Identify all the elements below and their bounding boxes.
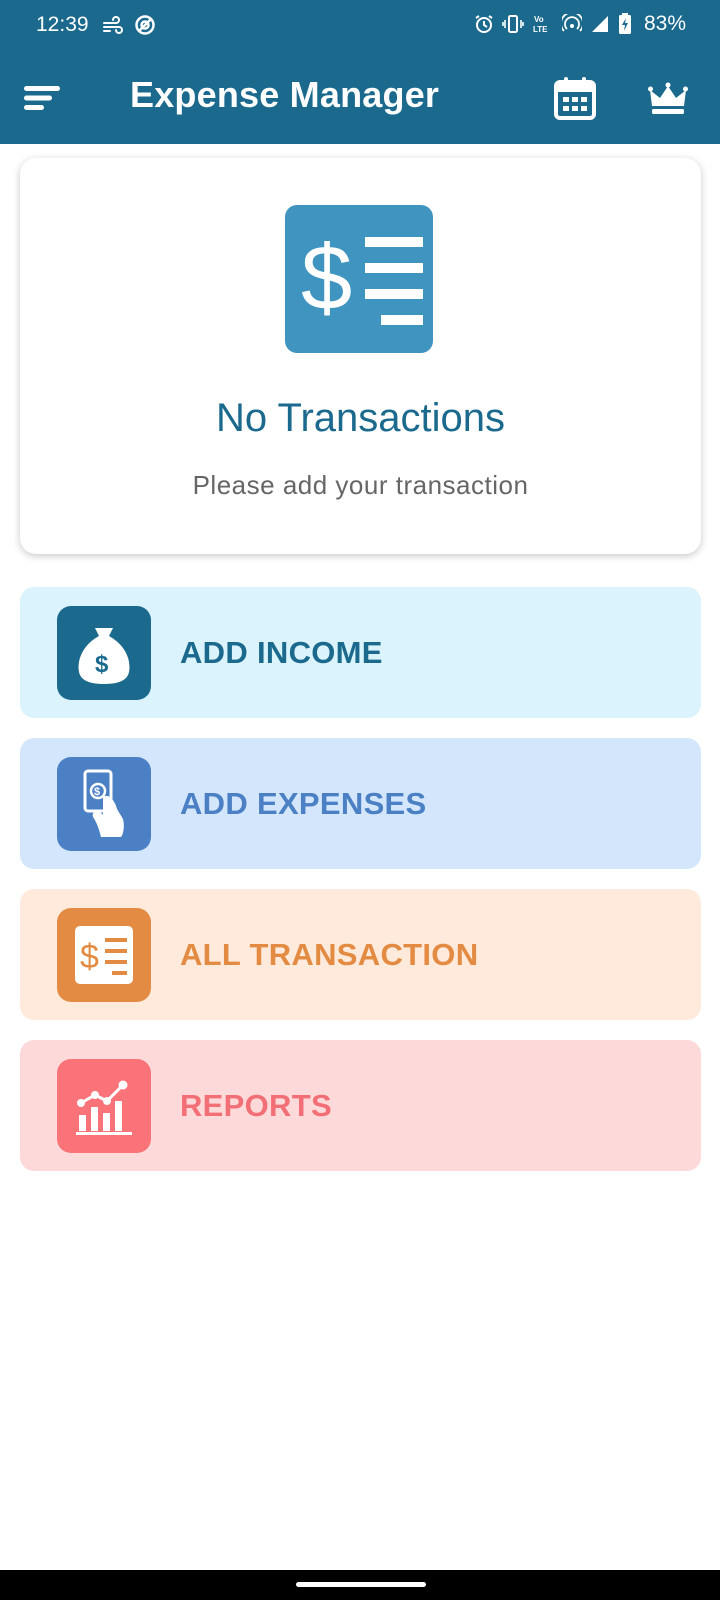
chart-icon [57,1059,151,1153]
status-bar: 12:39 Vo LTE 83% [0,0,720,52]
svg-text:$: $ [94,786,100,798]
add-expenses-button[interactable]: $ ADD EXPENSES [20,738,701,869]
empty-state-card: $ No Transactions Please add your transa… [20,158,701,554]
calendar-icon[interactable] [554,76,596,120]
wind-icon [102,15,124,35]
add-income-button[interactable]: $ ADD INCOME [20,587,701,718]
status-time: 12:39 [36,13,89,36]
location-off-icon [134,14,156,36]
hand-money-icon: $ [57,757,151,851]
app-title: Expense Manager [130,74,440,115]
svg-text:$: $ [301,227,352,329]
reports-button[interactable]: REPORTS [20,1040,701,1171]
all-transaction-button[interactable]: $ ALL TRANSACTION [20,889,701,1020]
add-income-label: ADD INCOME [180,635,383,670]
svg-text:$: $ [80,938,99,976]
app-bar: Expense Manager [0,52,720,144]
volte-icon: Vo LTE [532,13,554,35]
navigation-bar [0,1570,720,1600]
home-gesture-handle[interactable] [296,1582,426,1587]
empty-subtitle: Please add your transaction [192,470,529,500]
alarm-icon [474,14,494,34]
add-expenses-label: ADD EXPENSES [180,786,427,821]
vibrate-icon [502,14,524,34]
empty-title: No Transactions [215,396,506,440]
crown-icon[interactable] [648,82,688,116]
dollar-list-icon: $ [57,908,151,1002]
all-transaction-label: ALL TRANSACTION [180,937,479,972]
battery-percent: 83% [643,12,686,35]
svg-text:Vo: Vo [534,15,544,24]
battery-charging-icon [618,13,632,35]
reports-label: REPORTS [180,1088,332,1123]
svg-text:$: $ [95,651,109,678]
money-bag-icon: $ [57,606,151,700]
signal-icon [590,14,610,34]
menu-icon[interactable] [22,80,62,116]
svg-text:LTE: LTE [533,25,548,34]
dollar-list-icon: $ [285,205,437,357]
hotspot-icon [561,14,582,34]
